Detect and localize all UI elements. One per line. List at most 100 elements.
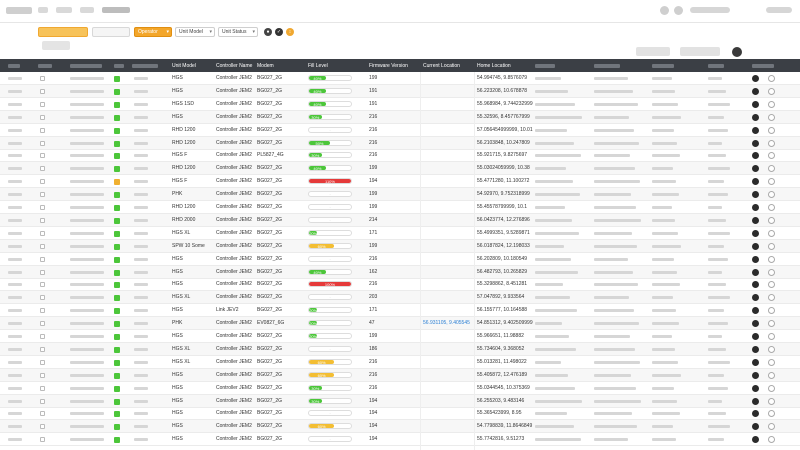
- table-row[interactable]: HGS XL Controller JEM2 BG027_2G · 186 55.7346…: [0, 342, 800, 356]
- row-secondary-action-icon[interactable]: [768, 242, 775, 250]
- row-secondary-action-icon[interactable]: [768, 320, 775, 328]
- table-row[interactable]: SPW 10 Some Controller JEM2 BG027_2G 60% 199…: [0, 239, 800, 253]
- table-row[interactable]: HGS Controller JEM2 BG027_2G 60% 194 54.77988…: [0, 420, 800, 434]
- header-col-type[interactable]: [708, 64, 724, 68]
- table-row[interactable]: RHD 1200 Controller JEM2 BG027_2G · 216 57.05…: [0, 124, 800, 137]
- search-input[interactable]: [38, 27, 88, 37]
- columns-button[interactable]: [680, 47, 720, 56]
- more-options-icon[interactable]: [732, 47, 742, 57]
- row-action-icon[interactable]: [752, 87, 759, 95]
- row-action-icon[interactable]: [752, 333, 759, 340]
- row-checkbox[interactable]: [40, 385, 45, 391]
- table-row[interactable]: RHD 1200 Controller JEM2 BG027_2G · 199 55.45…: [0, 201, 800, 214]
- table-row[interactable]: HGS F Controller JEM2 PL5827_4G 30% 216 55.92…: [0, 149, 800, 163]
- header-modem[interactable]: Modem: [257, 63, 274, 69]
- row-action-icon[interactable]: [752, 204, 759, 211]
- row-secondary-action-icon[interactable]: [768, 397, 775, 405]
- row-checkbox[interactable]: [40, 308, 45, 314]
- header-col-site[interactable]: [535, 64, 555, 68]
- row-action-icon[interactable]: [752, 126, 759, 134]
- unit-status-select[interactable]: Unit Status ▾: [218, 27, 258, 37]
- row-secondary-action-icon[interactable]: [768, 204, 775, 211]
- table-row[interactable]: RHD 1200 Controller JEM2 BG027_2G 40% 199 55.…: [0, 162, 800, 176]
- row-secondary-action-icon[interactable]: [768, 436, 775, 444]
- table-row[interactable]: RHD 2000 Controller JEM2 BG027_2G · 214 56.04…: [0, 213, 800, 227]
- filter-field[interactable]: [92, 27, 130, 37]
- header-current-location[interactable]: Current Location: [423, 63, 460, 69]
- row-checkbox[interactable]: [40, 88, 45, 94]
- table-row[interactable]: PHK Controller JEM2 BG027_2G · 199 54.92970, …: [0, 188, 800, 202]
- row-action-icon[interactable]: [752, 100, 759, 108]
- row-secondary-action-icon[interactable]: [768, 307, 775, 315]
- table-row[interactable]: HGS XL Controller JEM2 BG027_2G 20% 171 55.49…: [0, 227, 800, 240]
- row-action-icon[interactable]: [752, 384, 759, 392]
- header-col-group[interactable]: [594, 64, 620, 68]
- help-icon[interactable]: [674, 6, 683, 15]
- row-action-icon[interactable]: [752, 281, 759, 289]
- row-checkbox[interactable]: [40, 256, 45, 262]
- row-checkbox[interactable]: [40, 127, 45, 133]
- table-row[interactable]: HGS Controller JEM2 BG027_2G 40% 199 54.99474…: [0, 72, 800, 85]
- row-action-icon[interactable]: [752, 191, 759, 199]
- row-checkbox[interactable]: [40, 243, 45, 249]
- row-checkbox[interactable]: [40, 398, 45, 404]
- table-row[interactable]: RHD 1200 Controller JEM2 BG027_2G 50% 216 56.…: [0, 136, 800, 150]
- row-checkbox[interactable]: [40, 101, 45, 107]
- table-row[interactable]: HGS XL Controller JEM2 BG027_2G · 203 57.0478…: [0, 291, 800, 305]
- table-row[interactable]: HGS Controller JEM2 BG027_2G 30% 194 56.25520…: [0, 394, 800, 408]
- row-checkbox[interactable]: [40, 230, 45, 236]
- row-secondary-action-icon[interactable]: [768, 345, 775, 353]
- row-secondary-action-icon[interactable]: [768, 333, 775, 340]
- table-row[interactable]: HGS Controller JEM2 BG027_2G 20% 199 55.96665…: [0, 330, 800, 343]
- row-secondary-action-icon[interactable]: [768, 152, 775, 160]
- current-location-link[interactable]: 56.931105, 9.405545: [423, 320, 470, 327]
- row-checkbox[interactable]: [40, 166, 45, 172]
- row-action-icon[interactable]: [752, 345, 759, 353]
- header-col-date[interactable]: [652, 64, 674, 68]
- row-action-icon[interactable]: [752, 75, 759, 82]
- row-checkbox[interactable]: [40, 179, 45, 185]
- row-checkbox[interactable]: [40, 411, 45, 417]
- account-menu[interactable]: [766, 7, 792, 13]
- row-checkbox[interactable]: [40, 295, 45, 301]
- table-row[interactable]: PHK Controller JEM2 EV0827_6G 20% 47 56.93110…: [0, 317, 800, 331]
- row-checkbox[interactable]: [40, 153, 45, 159]
- row-action-icon[interactable]: [752, 320, 759, 328]
- nav-item-active[interactable]: [102, 7, 130, 13]
- row-secondary-action-icon[interactable]: [768, 423, 775, 431]
- row-action-icon[interactable]: [752, 307, 759, 315]
- row-action-icon[interactable]: [752, 255, 759, 263]
- row-secondary-action-icon[interactable]: [768, 165, 775, 173]
- unit-model-select[interactable]: Unit Model ▾: [175, 27, 215, 37]
- table-row[interactable]: HGS Link JEV2 BG027_2G 20% 171 56.155777, 10.…: [0, 304, 800, 318]
- header-col-actions[interactable]: [752, 64, 774, 68]
- header-firmware-version[interactable]: Firmware Version: [369, 63, 408, 69]
- header-select-all[interactable]: [8, 64, 20, 68]
- row-checkbox[interactable]: [40, 321, 45, 327]
- row-secondary-action-icon[interactable]: [768, 126, 775, 134]
- filter-icon[interactable]: ●: [264, 28, 272, 36]
- export-button[interactable]: [636, 47, 670, 56]
- row-secondary-action-icon[interactable]: [768, 358, 775, 366]
- row-checkbox[interactable]: [40, 359, 45, 365]
- notification-icon[interactable]: [660, 6, 669, 15]
- row-action-icon[interactable]: [752, 165, 759, 173]
- header-col-1[interactable]: [38, 64, 52, 68]
- row-secondary-action-icon[interactable]: [768, 178, 775, 186]
- table-row[interactable]: HGS F Controller JEM2 BG027_2G 110% 194 55.47…: [0, 175, 800, 189]
- row-secondary-action-icon[interactable]: [768, 87, 775, 95]
- row-secondary-action-icon[interactable]: [768, 216, 775, 224]
- header-col-3[interactable]: [114, 64, 124, 68]
- row-checkbox[interactable]: [40, 372, 45, 378]
- header-unit-model[interactable]: Unit Model: [172, 63, 196, 69]
- header-col-2[interactable]: [70, 64, 102, 68]
- row-secondary-action-icon[interactable]: [768, 268, 775, 276]
- row-checkbox[interactable]: [40, 76, 45, 81]
- row-action-icon[interactable]: [752, 397, 759, 405]
- secondary-filter-button[interactable]: [42, 41, 70, 50]
- row-checkbox[interactable]: [40, 192, 45, 198]
- table-row[interactable]: HGS Controller JEM2 BG027_2G · 194 55.3654239…: [0, 407, 800, 421]
- nav-item-3[interactable]: [80, 7, 94, 13]
- row-action-icon[interactable]: [752, 436, 759, 444]
- row-checkbox[interactable]: [40, 334, 45, 339]
